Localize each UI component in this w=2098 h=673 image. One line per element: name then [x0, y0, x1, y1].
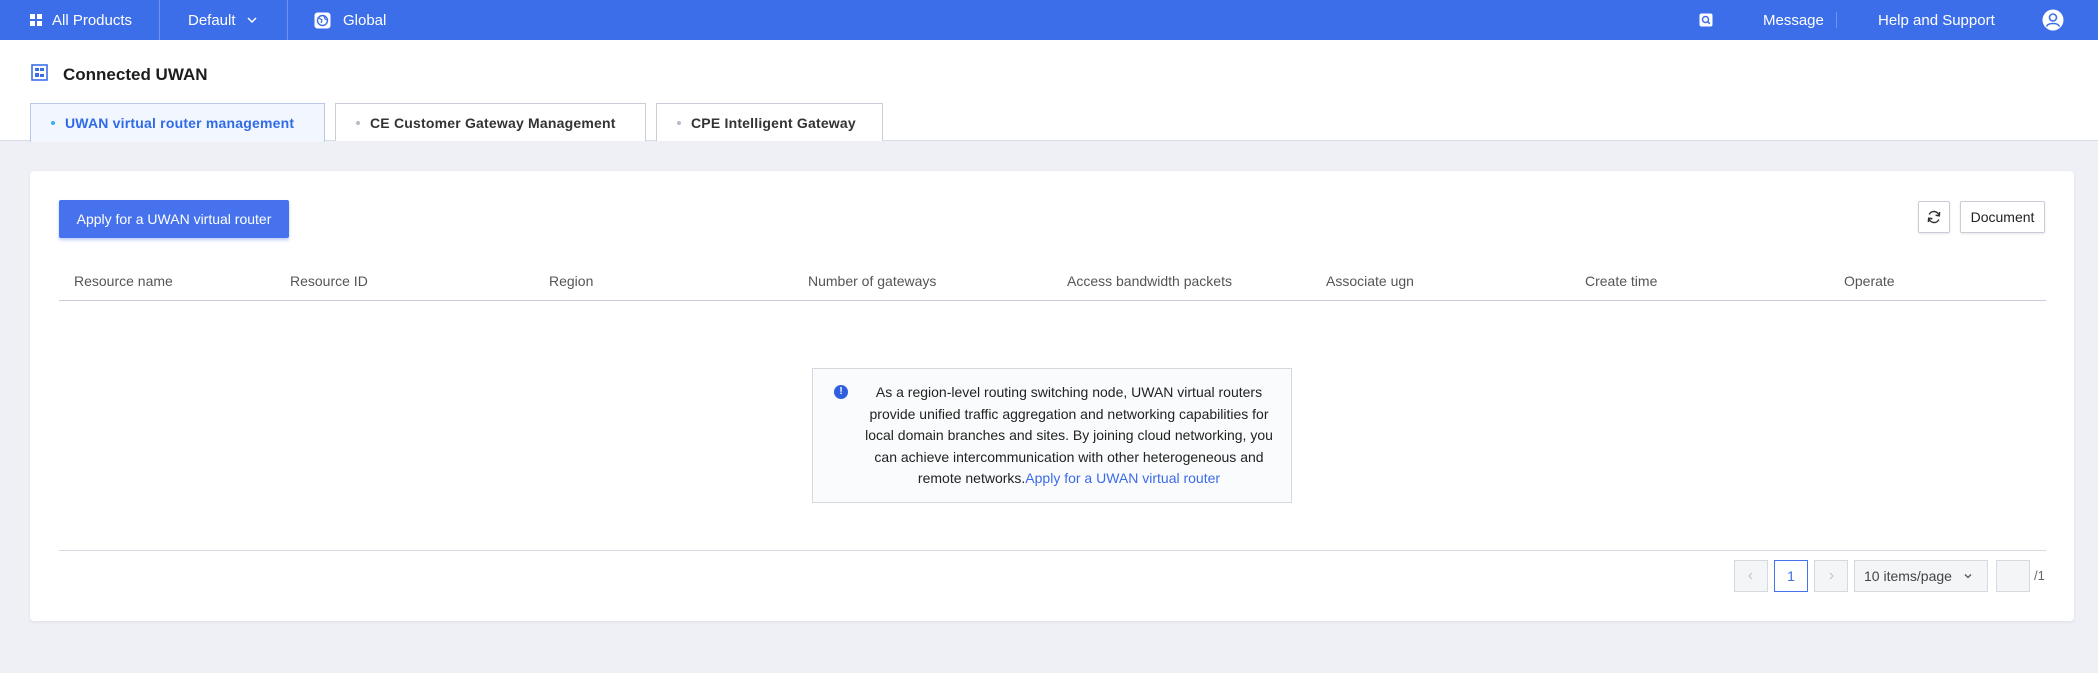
tab-label: CPE Intelligent Gateway [691, 114, 856, 131]
tab-dot [356, 120, 360, 125]
next-page-button[interactable] [1814, 560, 1848, 592]
tab-label: CE Customer Gateway Management [370, 114, 616, 131]
chevron-down-icon [1964, 574, 1972, 579]
chevron-right-icon [1829, 572, 1834, 580]
grid-icon [30, 14, 42, 26]
top-navigation-bar: All Products Default Global Message Help… [0, 0, 2098, 40]
tab-dot [51, 121, 55, 125]
apply-uwan-router-button[interactable]: Apply for a UWAN virtual router [59, 200, 289, 238]
page-header: Connected UWAN UWAN virtual router manag… [0, 40, 2098, 142]
column-header-number-of-gateways: Number of gateways [808, 273, 937, 289]
user-avatar-icon [2042, 9, 2064, 31]
project-selector[interactable]: Default [188, 0, 258, 40]
user-avatar-button[interactable] [2042, 0, 2064, 40]
info-icon: ! [834, 385, 848, 399]
tab-dot [677, 120, 681, 125]
globe-icon [314, 12, 331, 28]
project-label: Default [188, 11, 236, 29]
page-size-label: 10 items/page [1864, 568, 1952, 584]
page-size-select[interactable]: 10 items/page [1854, 560, 1988, 592]
chevron-left-icon [1748, 572, 1753, 580]
content-card: Apply for a UWAN virtual router Document… [30, 171, 2074, 621]
apply-uwan-router-link[interactable]: Apply for a UWAN virtual router [1025, 470, 1220, 486]
region-selector[interactable]: Global [314, 0, 386, 40]
column-header-region: Region [549, 273, 594, 289]
chevron-down-icon [247, 17, 257, 24]
help-label: Help and Support [1878, 11, 1995, 29]
column-header-operate: Operate [1844, 273, 1895, 289]
divider [159, 0, 160, 40]
total-pages-label: /1 [2034, 568, 2045, 583]
table-footer-divider [59, 550, 2046, 551]
column-header-access-bandwidth-packets: Access bandwidth packets [1067, 273, 1232, 289]
refresh-button[interactable] [1918, 201, 1950, 233]
page-title: Connected UWAN [63, 65, 208, 84]
tab-cpe-intelligent-gateway[interactable]: CPE Intelligent Gateway [656, 103, 883, 141]
document-button[interactable]: Document [1960, 201, 2045, 233]
divider [1836, 12, 1837, 28]
column-header-associate-ugn: Associate ugn [1326, 273, 1414, 289]
empty-state-notice: ! As a region-level routing switching no… [812, 368, 1292, 503]
column-header-resource-id: Resource ID [290, 273, 368, 289]
column-header-resource-name: Resource name [74, 273, 173, 289]
message-link[interactable]: Message [1763, 0, 1824, 40]
tab-label: UWAN virtual router management [65, 115, 295, 131]
message-label: Message [1763, 11, 1824, 29]
tab-uwan-virtual-router-management[interactable]: UWAN virtual router management [30, 103, 325, 142]
refresh-icon [1927, 210, 1941, 224]
all-products-label: All Products [52, 11, 133, 29]
table-header: Resource name Resource ID Region Number … [59, 261, 2046, 301]
prev-page-button[interactable] [1734, 560, 1768, 592]
uwan-service-icon [31, 64, 48, 81]
tab-ce-customer-gateway-management[interactable]: CE Customer Gateway Management [335, 103, 646, 141]
search-button[interactable] [1699, 0, 1713, 40]
divider [287, 0, 288, 40]
region-label: Global [343, 11, 387, 29]
page-number-button[interactable]: 1 [1774, 560, 1808, 592]
help-support-link[interactable]: Help and Support [1878, 0, 1995, 40]
column-header-create-time: Create time [1585, 273, 1658, 289]
search-icon [1699, 13, 1713, 27]
all-products-menu[interactable]: All Products [30, 0, 132, 40]
page-jump-input[interactable] [1996, 560, 2030, 592]
